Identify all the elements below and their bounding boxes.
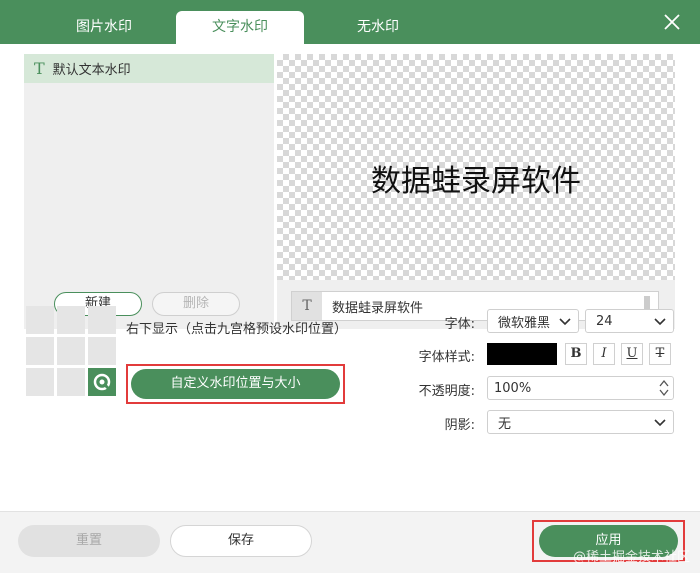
font-label: 字体:: [444, 317, 475, 332]
chevron-down-icon: [559, 318, 571, 326]
position-description: 右下显示（点击九宫格预设水印位置）: [126, 322, 348, 337]
tab-text-watermark[interactable]: 文字水印: [176, 11, 304, 44]
close-icon[interactable]: [662, 12, 682, 32]
position-grid: [26, 306, 118, 398]
underline-button[interactable]: U: [621, 343, 643, 365]
italic-button[interactable]: I: [593, 343, 615, 365]
tab-no-watermark[interactable]: 无水印: [318, 11, 438, 44]
grid-cell-middle-right[interactable]: [88, 337, 116, 365]
text-color-picker[interactable]: [487, 343, 557, 365]
delete-button[interactable]: 删除: [152, 292, 240, 316]
text-icon: T: [292, 292, 322, 320]
watermark-preview: 数据蛙录屏软件: [277, 54, 675, 280]
shadow-value: 无: [498, 416, 512, 432]
content-area: T 默认文本水印 新建 删除 数据蛙录屏软件 T 数据蛙录屏软件: [0, 44, 700, 511]
grid-cell-top-center[interactable]: [57, 306, 85, 334]
save-button[interactable]: 保存: [170, 525, 312, 557]
grid-cell-top-left[interactable]: [26, 306, 54, 334]
shadow-label: 阴影:: [444, 418, 475, 433]
shadow-select[interactable]: 无: [487, 410, 674, 434]
grid-cell-bottom-left[interactable]: [26, 368, 54, 396]
font-style-label: 字体样式:: [418, 350, 475, 365]
chevron-up-icon[interactable]: [659, 379, 669, 388]
reset-button[interactable]: 重置: [18, 525, 160, 557]
grid-cell-bottom-right[interactable]: [88, 368, 116, 396]
text-icon: T: [34, 59, 45, 78]
highlight-box: 自定义水印位置与大小: [126, 364, 345, 404]
opacity-value: 100%: [494, 380, 532, 396]
preview-text: 数据蛙录屏软件: [371, 164, 581, 199]
grid-cell-center[interactable]: [57, 337, 85, 365]
chevron-down-icon: [654, 318, 666, 326]
font-family-value: 微软雅黑: [498, 315, 551, 331]
font-size-value: 24: [596, 313, 613, 329]
opacity-stepper[interactable]: 100%: [487, 376, 674, 400]
tab-image-watermark[interactable]: 图片水印: [44, 11, 164, 44]
grid-cell-middle-left[interactable]: [26, 337, 54, 365]
chevron-down-icon[interactable]: [659, 388, 669, 397]
font-family-select[interactable]: 微软雅黑: [487, 309, 579, 333]
position-marker-icon: [93, 373, 111, 391]
custom-position-button[interactable]: 自定义水印位置与大小: [131, 369, 340, 399]
chevron-down-icon: [654, 419, 666, 427]
opacity-label: 不透明度:: [418, 384, 475, 399]
footer-bar: 重置 保存 应用 @稀土掘金技术社区: [0, 511, 700, 573]
title-bar: 图片水印 文字水印 无水印: [0, 0, 700, 44]
grid-cell-top-right[interactable]: [88, 306, 116, 334]
site-watermark: @稀土掘金技术社区: [572, 550, 690, 565]
font-size-select[interactable]: 24: [585, 309, 674, 333]
grid-cell-bottom-center[interactable]: [57, 368, 85, 396]
list-item-label: 默认文本水印: [52, 63, 131, 78]
bold-button[interactable]: B: [565, 343, 587, 365]
strikethrough-button[interactable]: T: [649, 343, 671, 365]
list-item[interactable]: T 默认文本水印: [24, 54, 274, 83]
watermark-list-panel: T 默认文本水印 新建 删除: [24, 54, 274, 329]
